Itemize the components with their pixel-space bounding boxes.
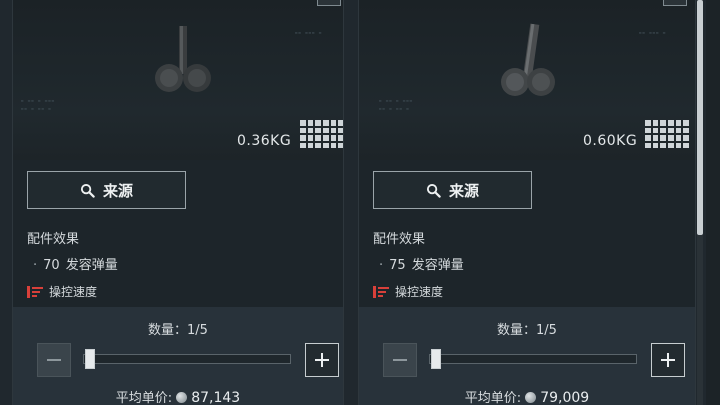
source-button-label: 来源: [448, 181, 479, 200]
purchase-panel: 数量：1/5 平均单价: 79,009: [359, 307, 695, 405]
effects-title: 配件效果: [373, 232, 426, 247]
quantity-slider[interactable]: [83, 354, 291, 364]
average-price: 平均单价: 79,009: [359, 387, 695, 405]
negative-stat-label: 操控速度: [49, 285, 98, 299]
bullet: ·: [33, 258, 38, 273]
slider-thumb[interactable]: [431, 349, 441, 369]
attachment-card-left: ▬ ▬▬ ▬ ▬▬▬ ▬▬ ▬ ▬▬ ▬ ▬▬ ▬▬▬ ▬ 0.36KG 来源 …: [12, 0, 344, 405]
source-button[interactable]: 来源: [373, 171, 532, 209]
search-icon: [426, 183, 441, 198]
plus-icon: [661, 353, 675, 367]
item-weight: 0.36KG: [237, 133, 292, 149]
effect-text: 发容弹量: [411, 258, 464, 273]
price-label: 平均单价:: [464, 391, 522, 405]
item-preview: ▬ ▬▬ ▬ ▬▬▬ ▬▬ ▬ ▬▬ ▬ ▬▬ ▬▬▬ ▬ 0.60KG: [359, 0, 695, 160]
purchase-panel: 数量：1/5 平均单价: 87,143: [13, 307, 343, 405]
item-preview: ▬ ▬▬ ▬ ▬▬▬ ▬▬ ▬ ▬▬ ▬ ▬▬ ▬▬▬ ▬ 0.36KG: [13, 0, 343, 160]
effects-title: 配件效果: [27, 232, 80, 247]
negative-stat-icon: [27, 285, 43, 298]
effect-value: 75: [389, 258, 406, 273]
preview-decoration: ▬▬ ▬ ▬▬ ▬: [379, 106, 410, 111]
attachment-card-right: ▬ ▬▬ ▬ ▬▬▬ ▬▬ ▬ ▬▬ ▬ ▬▬ ▬▬▬ ▬ 0.60KG 来源 …: [358, 0, 696, 405]
coin-icon: [525, 392, 537, 403]
item-weight: 0.60KG: [583, 133, 638, 149]
quantity-slider[interactable]: [429, 354, 637, 364]
bullet: ·: [379, 258, 384, 273]
minus-icon: [47, 359, 61, 361]
preview-decoration: ▬ ▬▬ ▬ ▬▬▬: [379, 98, 414, 103]
slider-thumb[interactable]: [85, 349, 95, 369]
preview-decoration: ▬ ▬▬ ▬ ▬▬▬: [21, 98, 56, 103]
source-button-label: 来源: [102, 181, 133, 200]
average-price: 平均单价: 87,143: [13, 387, 343, 405]
preview-decoration: ▬▬ ▬▬▬ ▬: [639, 30, 667, 35]
search-icon: [80, 183, 95, 198]
plus-icon: [315, 353, 329, 367]
effect-handling: 操控速度: [27, 283, 97, 300]
effect-handling: 操控速度: [373, 283, 443, 300]
quantity-label: 数量：1/5: [148, 323, 208, 338]
decrease-button[interactable]: [383, 343, 417, 377]
decrease-button[interactable]: [37, 343, 71, 377]
source-button[interactable]: 来源: [27, 171, 186, 209]
effect-capacity: · 75 发容弹量: [379, 254, 464, 273]
item-details: 来源 配件效果 · 75 发容弹量 操控速度: [359, 160, 695, 307]
close-button[interactable]: [663, 0, 687, 6]
effect-text: 发容弹量: [65, 258, 118, 273]
drum-magazine-image: [501, 23, 555, 96]
quantity-label: 数量：1/5: [497, 323, 557, 338]
scrollbar-track[interactable]: [697, 235, 703, 405]
negative-stat-icon: [373, 285, 389, 298]
coin-icon: [176, 392, 188, 403]
preview-decoration: ▬▬ ▬▬▬ ▬: [295, 30, 323, 35]
effect-value: 70: [43, 258, 60, 273]
grid-size-icon: [645, 120, 689, 148]
increase-button[interactable]: [305, 343, 339, 377]
close-button[interactable]: [317, 0, 341, 6]
scrollbar-thumb[interactable]: [697, 0, 703, 235]
compare-screen: ▬ ▬▬ ▬ ▬▬▬ ▬▬ ▬ ▬▬ ▬ ▬▬ ▬▬▬ ▬ 0.36KG 来源 …: [0, 0, 720, 405]
grid-size-icon: [300, 120, 343, 148]
effect-capacity: · 70 发容弹量: [33, 254, 118, 273]
drum-magazine-image: [155, 26, 211, 92]
item-details: 来源 配件效果 · 70 发容弹量 操控速度: [13, 160, 343, 307]
increase-button[interactable]: [651, 343, 685, 377]
negative-stat-label: 操控速度: [395, 285, 444, 299]
minus-icon: [393, 359, 407, 361]
price-value: 87,143: [191, 390, 241, 405]
price-value: 79,009: [540, 390, 590, 405]
preview-decoration: ▬▬ ▬ ▬▬ ▬: [21, 106, 52, 111]
price-label: 平均单价:: [115, 391, 173, 405]
right-gutter: [706, 0, 720, 405]
